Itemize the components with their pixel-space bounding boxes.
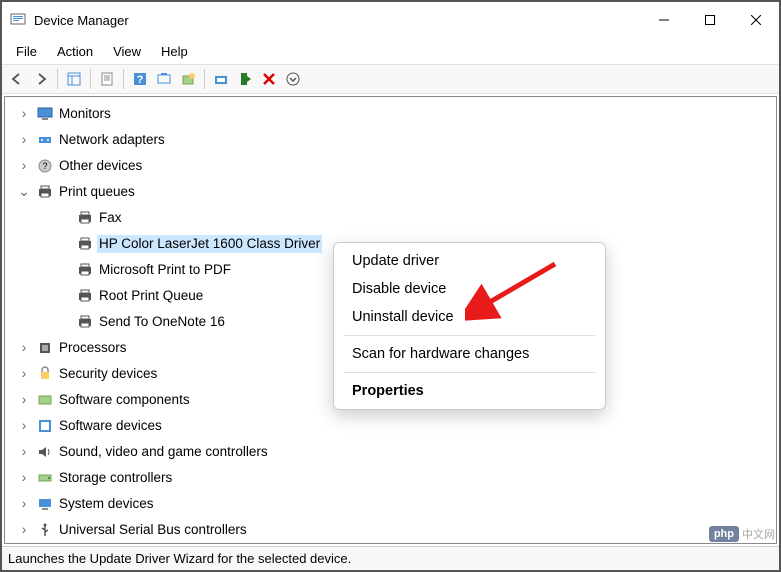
forward-button[interactable] bbox=[30, 68, 52, 90]
ctx-update-driver[interactable]: Update driver bbox=[334, 247, 605, 275]
app-icon bbox=[10, 12, 26, 28]
watermark: php 中文网 bbox=[709, 526, 775, 542]
category-storage[interactable]: ›Storage controllers bbox=[5, 465, 776, 491]
watermark-logo: php bbox=[709, 526, 739, 542]
category-usb[interactable]: ›Universal Serial Bus controllers bbox=[5, 517, 776, 543]
ctx-separator bbox=[344, 372, 595, 373]
other-icon: ? bbox=[37, 158, 53, 174]
network-icon bbox=[37, 132, 53, 148]
menubar: File Action View Help bbox=[2, 38, 779, 64]
chevron-right-icon[interactable]: › bbox=[17, 341, 31, 355]
chevron-right-icon[interactable]: › bbox=[17, 133, 31, 147]
printer-icon bbox=[37, 184, 53, 200]
cpu-icon bbox=[37, 340, 53, 356]
menu-help[interactable]: Help bbox=[151, 41, 198, 62]
help-button[interactable]: ? bbox=[129, 68, 151, 90]
watermark-text: 中文网 bbox=[742, 526, 775, 542]
ctx-disable-device[interactable]: Disable device bbox=[334, 275, 605, 303]
properties-button[interactable] bbox=[96, 68, 118, 90]
context-menu: Update driver Disable device Uninstall d… bbox=[333, 242, 606, 410]
minimize-button[interactable] bbox=[641, 2, 687, 38]
chevron-right-icon[interactable]: › bbox=[17, 471, 31, 485]
status-text: Launches the Update Driver Wizard for th… bbox=[8, 551, 351, 566]
chevron-down-icon[interactable]: ⌄ bbox=[17, 185, 31, 199]
security-icon bbox=[37, 366, 53, 382]
chevron-right-icon[interactable]: › bbox=[17, 445, 31, 459]
show-hide-tree-button[interactable] bbox=[63, 68, 85, 90]
ctx-uninstall-device[interactable]: Uninstall device bbox=[334, 303, 605, 331]
category-other[interactable]: ›?Other devices bbox=[5, 153, 776, 179]
svg-text:?: ? bbox=[42, 161, 47, 171]
storage-icon bbox=[37, 470, 53, 486]
software-icon bbox=[37, 418, 53, 434]
chevron-right-icon[interactable]: › bbox=[17, 523, 31, 537]
category-network[interactable]: ›Network adapters bbox=[5, 127, 776, 153]
usb-icon bbox=[37, 522, 53, 538]
chevron-right-icon[interactable]: › bbox=[17, 107, 31, 121]
ctx-scan-hardware[interactable]: Scan for hardware changes bbox=[334, 340, 605, 368]
window-title: Device Manager bbox=[34, 13, 129, 28]
component-icon bbox=[37, 392, 53, 408]
ctx-separator bbox=[344, 335, 595, 336]
menu-file[interactable]: File bbox=[6, 41, 47, 62]
uninstall-button[interactable] bbox=[258, 68, 280, 90]
update-driver-button[interactable] bbox=[210, 68, 232, 90]
printer-icon bbox=[77, 314, 93, 330]
printer-icon bbox=[77, 236, 93, 252]
scan-button[interactable] bbox=[153, 68, 175, 90]
category-system-devices[interactable]: ›System devices bbox=[5, 491, 776, 517]
titlebar: Device Manager bbox=[2, 2, 779, 38]
chevron-right-icon[interactable]: › bbox=[17, 497, 31, 511]
sound-icon bbox=[37, 444, 53, 460]
printer-icon bbox=[77, 210, 93, 226]
menu-action[interactable]: Action bbox=[47, 41, 103, 62]
disable-button[interactable] bbox=[234, 68, 256, 90]
printer-icon bbox=[77, 288, 93, 304]
chevron-right-icon[interactable]: › bbox=[17, 159, 31, 173]
category-software-devices[interactable]: ›Software devices bbox=[5, 413, 776, 439]
chevron-right-icon[interactable]: › bbox=[17, 367, 31, 381]
down-button[interactable] bbox=[282, 68, 304, 90]
chevron-right-icon[interactable]: › bbox=[17, 393, 31, 407]
close-button[interactable] bbox=[733, 2, 779, 38]
category-sound[interactable]: ›Sound, video and game controllers bbox=[5, 439, 776, 465]
statusbar: Launches the Update Driver Wizard for th… bbox=[2, 546, 779, 570]
device-fax[interactable]: Fax bbox=[5, 205, 776, 231]
monitor-icon bbox=[37, 106, 53, 122]
maximize-button[interactable] bbox=[687, 2, 733, 38]
system-icon bbox=[37, 496, 53, 512]
category-monitors[interactable]: ›Monitors bbox=[5, 101, 776, 127]
category-print-queues[interactable]: ⌄Print queues bbox=[5, 179, 776, 205]
menu-view[interactable]: View bbox=[103, 41, 151, 62]
add-hardware-button[interactable] bbox=[177, 68, 199, 90]
printer-icon bbox=[77, 262, 93, 278]
svg-text:?: ? bbox=[137, 74, 144, 86]
toolbar: ? bbox=[2, 64, 779, 94]
chevron-right-icon[interactable]: › bbox=[17, 419, 31, 433]
back-button[interactable] bbox=[6, 68, 28, 90]
ctx-properties[interactable]: Properties bbox=[334, 377, 605, 405]
